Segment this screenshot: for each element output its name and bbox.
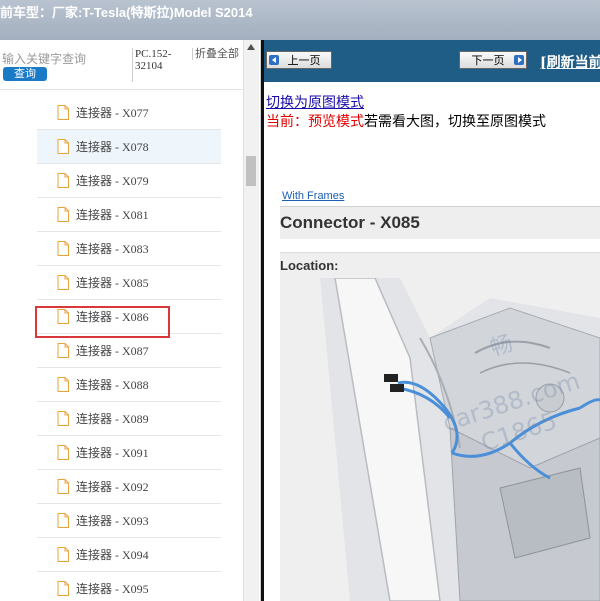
tree-item-label: 连接器 - X079 [76, 174, 149, 188]
collapse-all-button[interactable]: 折叠全部 [192, 48, 243, 60]
document-icon [57, 377, 69, 392]
tree-item-label: 连接器 - X095 [76, 582, 149, 596]
window-titlebar: 前车型：厂家:T-Tesla(特斯拉)Model S2014 [0, 0, 600, 41]
switch-original-mode-link[interactable]: 切换为原图模式 [266, 92, 364, 112]
sidebar-scrollbar[interactable] [243, 40, 259, 601]
current-mode-label: 当前：预览模式 [266, 114, 364, 130]
mode-hint: 若需看大图，切换至原图模式 [364, 114, 546, 130]
left-arrow-icon [269, 55, 279, 65]
tree-item-x077[interactable]: 连接器 - X077 [37, 96, 221, 130]
document-icon [57, 581, 69, 596]
connector-title-bar: Connector - X085 [280, 206, 600, 239]
tree-item-x095[interactable]: 连接器 - X095 [37, 572, 221, 601]
mode-status: 当前：预览模式若需看大图，切换至原图模式 [266, 111, 546, 131]
connector-location-diagram: 畅 car388.com C1865 [280, 278, 600, 601]
tree-item-label: 连接器 - X091 [76, 446, 149, 460]
document-icon [57, 445, 69, 460]
tree-item-label: 连接器 - X088 [76, 378, 149, 392]
connector-title: Connector - X085 [280, 213, 420, 232]
document-icon [57, 139, 69, 154]
tree-item-label: 连接器 - X087 [76, 344, 149, 358]
prev-page-label: 上一页 [287, 54, 321, 67]
tree-item-x081[interactable]: 连接器 - X081 [37, 198, 221, 232]
tree-item-label: 连接器 - X078 [76, 140, 149, 154]
vehicle-diagram-image [280, 278, 600, 601]
tree-item-label: 连接器 - X083 [76, 242, 149, 256]
document-icon [57, 343, 69, 358]
tree-item-x087[interactable]: 连接器 - X087 [37, 334, 221, 368]
tree-item-label: 连接器 - X081 [76, 208, 149, 222]
tree-item-x083[interactable]: 连接器 - X083 [37, 232, 221, 266]
tree-item-label: 连接器 - X093 [76, 514, 149, 528]
connector-tree: 连接器 - X077 连接器 - X078 连接器 - X079 连接器 - X… [0, 96, 244, 601]
tree-item-label: 连接器 - X092 [76, 480, 149, 494]
scrollbar-thumb[interactable] [246, 156, 256, 186]
viewer-navbar: 上一页 下一页 [刷新当前 [264, 40, 600, 82]
tree-item-x088[interactable]: 连接器 - X088 [37, 368, 221, 402]
location-label: Location: [280, 258, 339, 273]
right-arrow-icon [514, 55, 524, 65]
tree-item-x085[interactable]: 连接器 - X085 [37, 266, 221, 300]
document-icon [57, 173, 69, 188]
document-icon [57, 241, 69, 256]
scroll-up-arrow-icon[interactable] [247, 44, 255, 50]
document-icon [57, 411, 69, 426]
search-button[interactable]: 查询 [3, 67, 47, 81]
tree-item-label: 连接器 - X085 [76, 276, 149, 290]
connector-x085-marker [384, 374, 398, 382]
with-frames-link[interactable]: With Frames [282, 190, 344, 202]
document-icon [57, 547, 69, 562]
document-icon [57, 479, 69, 494]
pc-code-label: PC.152-32104 [132, 48, 193, 82]
refresh-link[interactable]: [刷新当前 [540, 52, 600, 72]
document-icon [57, 105, 69, 120]
search-row: 查询 PC.152-32104 折叠全部 [0, 40, 244, 90]
location-bar: Location: [280, 252, 600, 279]
document-icon [57, 513, 69, 528]
tree-item-x091[interactable]: 连接器 - X091 [37, 436, 221, 470]
document-icon [57, 207, 69, 222]
next-page-label: 下一页 [471, 54, 505, 67]
tree-item-x079[interactable]: 连接器 - X079 [37, 164, 221, 198]
tree-item-label: 连接器 - X089 [76, 412, 149, 426]
sidebar: 查询 PC.152-32104 折叠全部 连接器 - X077 连接器 - X0… [0, 40, 261, 601]
tree-item-x092[interactable]: 连接器 - X092 [37, 470, 221, 504]
next-page-button[interactable]: 下一页 [459, 51, 527, 69]
tree-item-x094[interactable]: 连接器 - X094 [37, 538, 221, 572]
prev-page-button[interactable]: 上一页 [266, 51, 332, 69]
tree-item-x093[interactable]: 连接器 - X093 [37, 504, 221, 538]
selected-item-highlight [35, 306, 170, 338]
tree-item-x078[interactable]: 连接器 - X078 [37, 130, 221, 164]
document-viewer: 上一页 下一页 [刷新当前 切换为原图模式 当前：预览模式若需看大图，切换至原图… [261, 40, 600, 601]
tree-item-x089[interactable]: 连接器 - X089 [37, 402, 221, 436]
window-title: 前车型：厂家:T-Tesla(特斯拉)Model S2014 [0, 5, 253, 20]
tree-item-label: 连接器 - X077 [76, 106, 149, 120]
search-input[interactable] [0, 50, 128, 68]
document-icon [57, 275, 69, 290]
tree-item-label: 连接器 - X094 [76, 548, 149, 562]
